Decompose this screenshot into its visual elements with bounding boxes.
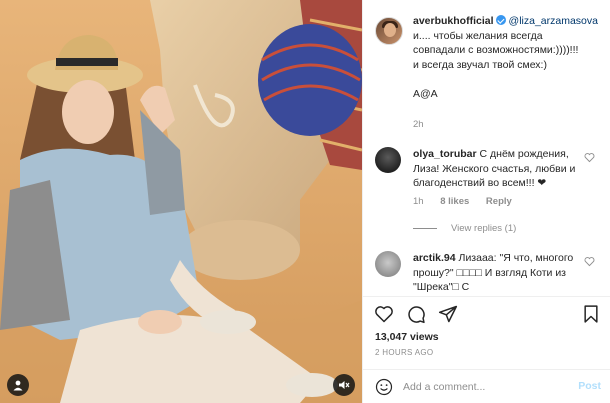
- comment-icon[interactable]: [406, 304, 426, 324]
- comment-likes[interactable]: 8 likes: [440, 196, 469, 207]
- divider: [363, 296, 610, 297]
- video-frame: [0, 0, 362, 403]
- user-tag-button[interactable]: [7, 374, 29, 396]
- add-comment-input[interactable]: [403, 379, 563, 395]
- emoji-icon[interactable]: [375, 378, 393, 396]
- comment-item: arctik.94 Лизааа: "Я что, многого прошу?…: [413, 251, 591, 295]
- post-date[interactable]: 2 HOURS AGO: [375, 348, 433, 357]
- comment-like-heart-icon[interactable]: [584, 256, 595, 267]
- view-replies-label: View replies (1): [451, 223, 517, 234]
- commenter-username[interactable]: olya_torubar: [413, 148, 477, 160]
- caption-line: и всегда звучал твой смех:): [413, 58, 547, 71]
- post-comment-button[interactable]: Post: [578, 380, 601, 392]
- divider: [363, 369, 610, 370]
- commenter-avatar[interactable]: [375, 147, 401, 173]
- comment-like-heart-icon[interactable]: [584, 152, 595, 163]
- mute-button[interactable]: [333, 374, 355, 396]
- view-count[interactable]: 13,047 views: [375, 331, 439, 343]
- post-video[interactable]: [0, 0, 362, 403]
- comment-meta: 1h 8 likes Reply: [413, 196, 526, 207]
- action-bar: [363, 300, 610, 328]
- caption-time[interactable]: 2h: [413, 119, 424, 130]
- heart-icon[interactable]: [374, 304, 394, 324]
- user-tag-icon: [13, 380, 23, 391]
- caption-mention-link[interactable]: @liza_arzamasova: [509, 15, 598, 27]
- view-replies-link[interactable]: View replies (1): [413, 223, 516, 234]
- post-sidebar: averbukhofficial @liza_arzamasova и.... ч…: [362, 0, 610, 403]
- post-caption: averbukhofficial @liza_arzamasova и.... ч…: [413, 14, 603, 101]
- speaker-muted-icon: [339, 381, 350, 389]
- author-username[interactable]: averbukhofficial: [413, 15, 494, 27]
- caption-line: совпадали с возможностями:))))!!!: [413, 44, 579, 56]
- comment-item: olya_torubar С днём рождения, Лиза! Женс…: [413, 147, 591, 191]
- caption-signoff: А@А: [413, 87, 438, 100]
- comment-time[interactable]: 1h: [413, 196, 424, 207]
- verified-badge-icon: [495, 15, 506, 25]
- author-avatar[interactable]: [375, 17, 403, 45]
- caption-line: и.... чтобы желания всегда: [413, 29, 543, 42]
- bookmark-icon[interactable]: [581, 304, 601, 324]
- reply-button[interactable]: Reply: [486, 196, 512, 207]
- paper-plane-icon[interactable]: [438, 304, 458, 324]
- commenter-avatar[interactable]: [375, 251, 401, 277]
- instagram-post-view: averbukhofficial @liza_arzamasova и.... ч…: [0, 0, 610, 403]
- commenter-username[interactable]: arctik.94: [413, 252, 456, 264]
- post-details: averbukhofficial @liza_arzamasova и.... ч…: [363, 0, 610, 403]
- add-comment-bar: Post: [363, 371, 610, 403]
